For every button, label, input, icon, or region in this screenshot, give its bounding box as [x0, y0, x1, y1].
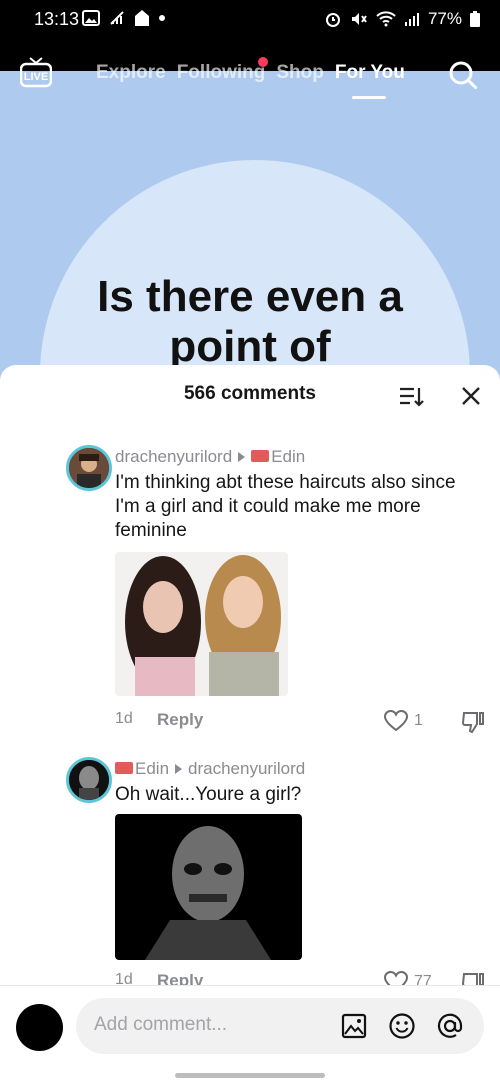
- comment-count: 566 comments: [183, 383, 316, 404]
- dot-icon: [159, 15, 165, 21]
- notification-app-icon: [135, 10, 149, 26]
- signal-slash-icon: [110, 11, 124, 25]
- heart-icon: [384, 710, 408, 732]
- flag-icon: [251, 450, 270, 462]
- sort-icon[interactable]: [398, 385, 424, 409]
- like-count: 1: [414, 712, 423, 729]
- emoji-icon[interactable]: [388, 1012, 416, 1040]
- mention-icon[interactable]: [436, 1012, 464, 1040]
- comments-header: 566 comments: [0, 365, 500, 423]
- status-bar: 13:13 77%: [0, 0, 500, 40]
- following-notification-dot: [258, 57, 268, 67]
- comment-input[interactable]: Add comment...: [76, 998, 484, 1054]
- comment-text: I'm thinking abt these haircuts also sin…: [115, 472, 456, 541]
- image-icon[interactable]: [340, 1012, 368, 1040]
- comment-username[interactable]: Edin: [135, 759, 169, 778]
- comments-sheet: 566 comments drachenyurilord Edin I'm th…: [0, 365, 500, 1084]
- headline-line-1: Is there even a: [97, 272, 403, 321]
- comment-input-placeholder: Add comment...: [94, 1014, 228, 1035]
- reply-arrow-icon: [238, 452, 246, 462]
- avatar-photo: [69, 448, 109, 488]
- reply-to-username[interactable]: Edin: [271, 447, 305, 466]
- feed-tabs: Explore Following Shop For You: [96, 62, 416, 99]
- status-time: 13:13: [34, 9, 80, 29]
- avatar[interactable]: [66, 757, 112, 803]
- current-user-avatar: [16, 1004, 63, 1051]
- live-button[interactable]: LIVE: [19, 56, 53, 90]
- tab-explore[interactable]: Explore: [96, 62, 166, 84]
- gallery-icon: [82, 10, 100, 26]
- close-icon[interactable]: [460, 385, 482, 407]
- comment-age: 1d: [115, 710, 133, 727]
- comment-photo: [115, 814, 302, 960]
- live-label: LIVE: [24, 71, 48, 83]
- home-indicator: [175, 1073, 325, 1078]
- comment-text: Oh wait...Youre a girl?: [115, 784, 302, 805]
- search-icon[interactable]: [448, 60, 478, 90]
- wifi-icon: [376, 11, 396, 27]
- tab-for-you[interactable]: For You: [335, 62, 405, 99]
- comment-composer: Add comment...: [0, 985, 500, 1085]
- comment-image[interactable]: [115, 814, 302, 960]
- alarm-icon: [325, 13, 340, 27]
- mute-icon: [351, 13, 367, 25]
- comment-photo: [115, 552, 288, 696]
- reply-to-username[interactable]: drachenyurilord: [188, 759, 305, 779]
- avatar-photo: [69, 760, 109, 800]
- reply-button[interactable]: Reply: [157, 710, 203, 730]
- avatar[interactable]: [66, 445, 112, 491]
- live-tv-icon: LIVE: [19, 57, 53, 88]
- comment-username[interactable]: drachenyurilord: [115, 447, 232, 467]
- battery-percent: 77%: [427, 9, 462, 28]
- tab-following[interactable]: Following: [177, 62, 266, 84]
- battery-icon: [470, 11, 480, 27]
- flag-icon: [115, 762, 133, 774]
- like-button[interactable]: 1: [384, 710, 423, 732]
- tab-shop[interactable]: Shop: [276, 62, 324, 84]
- video-headline: Is there even a point of: [0, 272, 500, 372]
- comment-image[interactable]: [115, 552, 288, 696]
- reply-arrow-icon: [175, 764, 183, 774]
- dislike-icon[interactable]: [461, 710, 485, 734]
- cell-signal-icon: [404, 13, 419, 26]
